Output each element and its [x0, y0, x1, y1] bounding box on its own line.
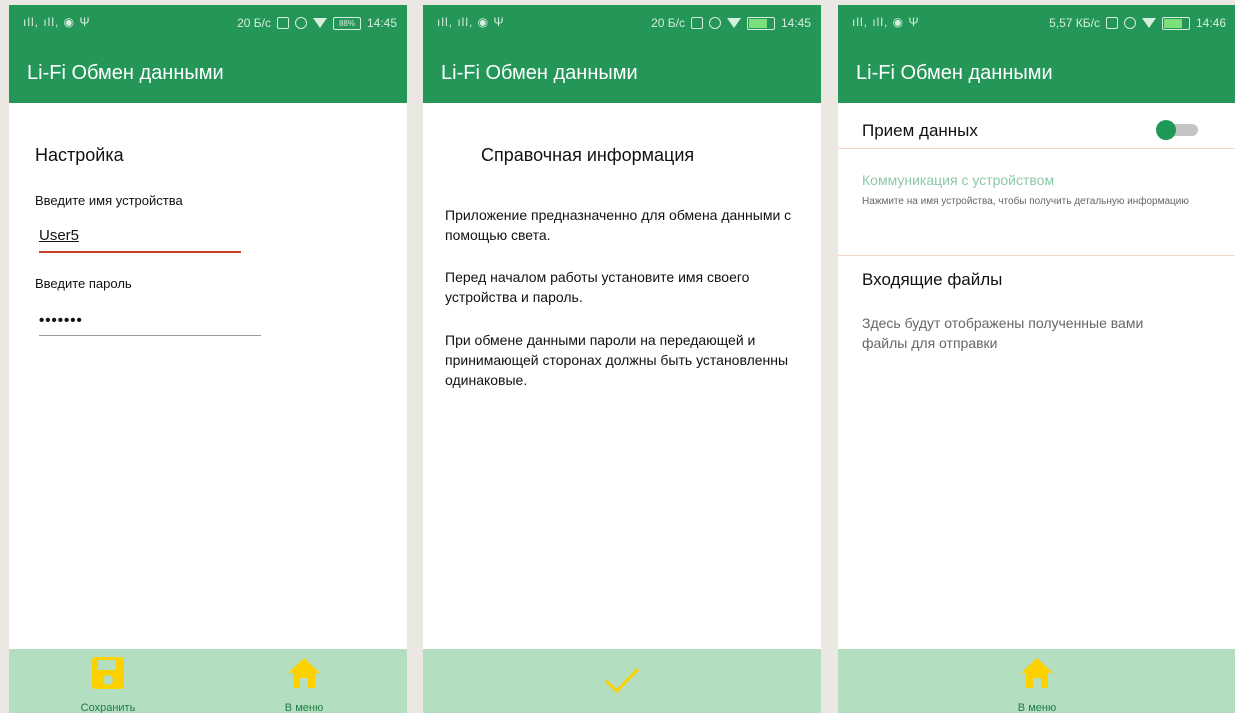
battery-percent: 88%	[338, 18, 355, 28]
wifi-icon	[1141, 18, 1156, 28]
receive-screen: ıll, ıll, ◉ Ψ 5,57 КБ/с 14:46 Li-Fi Обме…	[838, 5, 1235, 713]
network-speed: 5,57 КБ/с	[1049, 16, 1100, 30]
settings-screen: ıll, ıll, ◉ Ψ 20 Б/с 88% 14:45 Li-Fi Обм…	[9, 5, 407, 713]
checkmark-icon	[604, 667, 640, 694]
signal-indicators: ıll, ıll, ◉ Ψ	[852, 15, 920, 29]
app-title: Li-Fi Обмен данными	[423, 43, 821, 103]
alarm-icon	[1123, 17, 1136, 29]
wifi-icon	[726, 18, 741, 28]
vibrate-icon	[1105, 17, 1118, 29]
communication-subtitle: Нажмите на имя устройства, чтобы получит…	[862, 196, 1189, 207]
app-title: Li-Fi Обмен данными	[838, 43, 1235, 103]
save-button[interactable]: Сохранить	[73, 655, 143, 713]
device-name-underline	[39, 251, 241, 253]
password-input[interactable]: •••••••	[39, 312, 83, 329]
clock-time: 14:46	[1195, 16, 1226, 30]
status-bar: ıll, ıll, ◉ Ψ 5,57 КБ/с 14:46	[838, 5, 1235, 43]
app-title: Li-Fi Обмен данными	[9, 43, 407, 103]
vibrate-icon	[276, 17, 289, 29]
alarm-icon	[294, 17, 307, 29]
menu-button-label: В меню	[284, 702, 324, 713]
help-paragraph: При обмене данными пароли на передающей …	[445, 332, 789, 388]
floppy-disk-icon	[92, 657, 124, 689]
network-speed: 20 Б/с	[237, 16, 271, 30]
home-icon	[288, 658, 320, 688]
receive-toggle-label: Прием данных	[862, 121, 978, 140]
help-screen: ıll, ıll, ◉ Ψ 20 Б/с 14:45 Li-Fi Обмен д…	[423, 5, 821, 713]
clock-time: 14:45	[366, 16, 397, 30]
password-label: Введите пароль	[35, 276, 132, 291]
help-paragraph: Приложение предназначенно для обмена дан…	[445, 207, 792, 243]
divider	[838, 148, 1235, 149]
battery-charging-icon	[746, 16, 775, 30]
incoming-files-description: Здесь будут отображены полученные вами ф…	[862, 315, 1144, 351]
battery-charging-icon	[1161, 16, 1190, 30]
device-name-label: Введите имя устройства	[35, 193, 183, 208]
confirm-button[interactable]	[587, 663, 657, 702]
menu-button[interactable]: В меню	[269, 655, 339, 713]
save-button-label: Сохранить	[80, 702, 136, 713]
status-bar: ıll, ıll, ◉ Ψ 20 Б/с 14:45	[423, 5, 821, 43]
password-underline	[39, 335, 261, 336]
bottom-bar	[423, 649, 821, 713]
device-name-input[interactable]: User5	[39, 227, 79, 244]
home-icon	[1021, 658, 1053, 688]
signal-indicators: ıll, ıll, ◉ Ψ	[437, 15, 505, 29]
page-title: Справочная информация	[481, 145, 695, 165]
help-paragraph: Перед началом работы установите имя свое…	[445, 269, 750, 305]
clock-time: 14:45	[780, 16, 811, 30]
toggle-knob	[1156, 120, 1176, 140]
status-bar: ıll, ıll, ◉ Ψ 20 Б/с 88% 14:45	[9, 5, 407, 43]
alarm-icon	[708, 17, 721, 29]
receive-toggle[interactable]	[1156, 120, 1200, 140]
wifi-icon	[312, 18, 327, 28]
incoming-files-title: Входящие файлы	[862, 270, 1003, 289]
vibrate-icon	[690, 17, 703, 29]
communication-title[interactable]: Коммуникация с устройством	[862, 172, 1054, 188]
bottom-bar: Сохранить В меню	[9, 649, 407, 713]
signal-indicators: ıll, ıll, ◉ Ψ	[23, 15, 91, 29]
page-title: Настройка	[35, 145, 124, 165]
menu-button[interactable]: В меню	[1002, 655, 1072, 713]
menu-button-label: В меню	[1017, 702, 1057, 713]
divider	[838, 255, 1235, 256]
network-speed: 20 Б/с	[651, 16, 685, 30]
battery-icon: 88%	[332, 16, 361, 30]
bottom-bar: В меню	[838, 649, 1235, 713]
